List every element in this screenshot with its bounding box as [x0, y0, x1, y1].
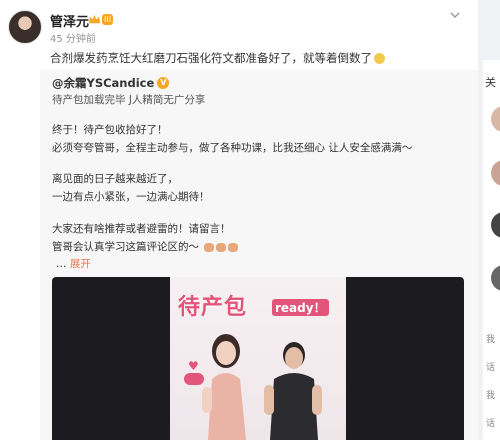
sidebar-item[interactable]: 我	[486, 388, 495, 401]
woman-figure	[202, 334, 246, 440]
repost-line: 终于！待产包收拾好了！	[52, 124, 168, 136]
crown-icon	[88, 14, 101, 23]
right-sidebar: 关 我 话 我 话	[483, 60, 500, 440]
repost-line: 一边有点小紧张，一边满心期待！	[52, 191, 210, 203]
weibo-feed-page: 管泽元 III 45 分钟前 合剂爆发药烹饪大红磨刀石强化符文都准备好了，就等着…	[0, 0, 500, 440]
repost-line: 管哥会认真学习这篇评论区的～	[52, 240, 239, 254]
flex-emoji-icon	[204, 242, 215, 252]
repost-author-name[interactable]: @余霜YSCandice	[52, 75, 154, 91]
repost-author[interactable]: @余霜YSCandice V	[52, 75, 170, 91]
repost-line: 大家还有啥推荐或者避雷的！请留言！	[52, 223, 231, 235]
verified-icon: V	[157, 77, 170, 89]
man-figure	[264, 342, 322, 440]
repost-subtitle: 待产包加载完毕 J人精简无广分享	[52, 93, 205, 107]
post-time[interactable]: 45 分钟前	[50, 30, 96, 45]
repost-line: 必须夸夸管哥，全程主动参与，做了各种功课，比我还细心 让人安全感满满～	[52, 141, 412, 155]
poster-title: 待产包	[178, 295, 248, 320]
vip-level: III	[102, 13, 114, 25]
avatar[interactable]	[491, 106, 500, 132]
repost-line: 离见面的日子越来越近了，	[52, 173, 178, 185]
repost-block[interactable]: @余霜YSCandice V 待产包加载完毕 J人精简无广分享 终于！待产包收拾…	[40, 70, 478, 440]
flex-emoji-icon	[228, 242, 239, 252]
sidebar-item[interactable]: 话	[486, 416, 495, 429]
sidebar-head: 关	[485, 76, 496, 89]
post-text: 合剂爆发药烹饪大红磨刀石强化符文都准备好了，就等着倒数了	[50, 50, 470, 66]
post-image[interactable]: 待产包 ready！ ♥	[52, 277, 464, 440]
chevron-down-icon[interactable]	[448, 8, 462, 22]
expand-label[interactable]: 展开	[70, 258, 91, 270]
avatar[interactable]	[491, 160, 500, 186]
repost-line-text: 必须夸夸管哥，全程主动参与，做了各种功课，比我还细心 让人安全感满满～	[52, 142, 413, 154]
author-name[interactable]: 管泽元	[50, 11, 89, 30]
avatar[interactable]	[491, 265, 500, 291]
sidebar-item[interactable]: 我	[486, 332, 495, 345]
flex-emoji-icon	[216, 242, 227, 252]
vip-badge[interactable]: III	[88, 12, 116, 26]
ellipsis: …	[56, 258, 70, 270]
avatar[interactable]	[491, 212, 500, 238]
feed-card: 管泽元 III 45 分钟前 合剂爆发药烹饪大红磨刀石强化符文都准备好了，就等着…	[0, 0, 478, 440]
poster-image: 待产包 ready！ ♥	[170, 277, 346, 440]
poster-badge: ready！	[272, 299, 329, 316]
expand-link[interactable]: … 展开	[56, 256, 91, 271]
avatar[interactable]	[8, 10, 42, 44]
sidebar-item[interactable]: 话	[486, 360, 495, 373]
repost-line-text: 管哥会认真学习这篇评论区的～	[52, 241, 199, 253]
repost-subtitle-text: 待产包加载完毕 J人精简无广分享	[52, 94, 206, 106]
emoji-icon	[374, 53, 385, 64]
post-text-content: 合剂爆发药烹饪大红磨刀石强化符文都准备好了，就等着倒数了	[50, 51, 372, 65]
